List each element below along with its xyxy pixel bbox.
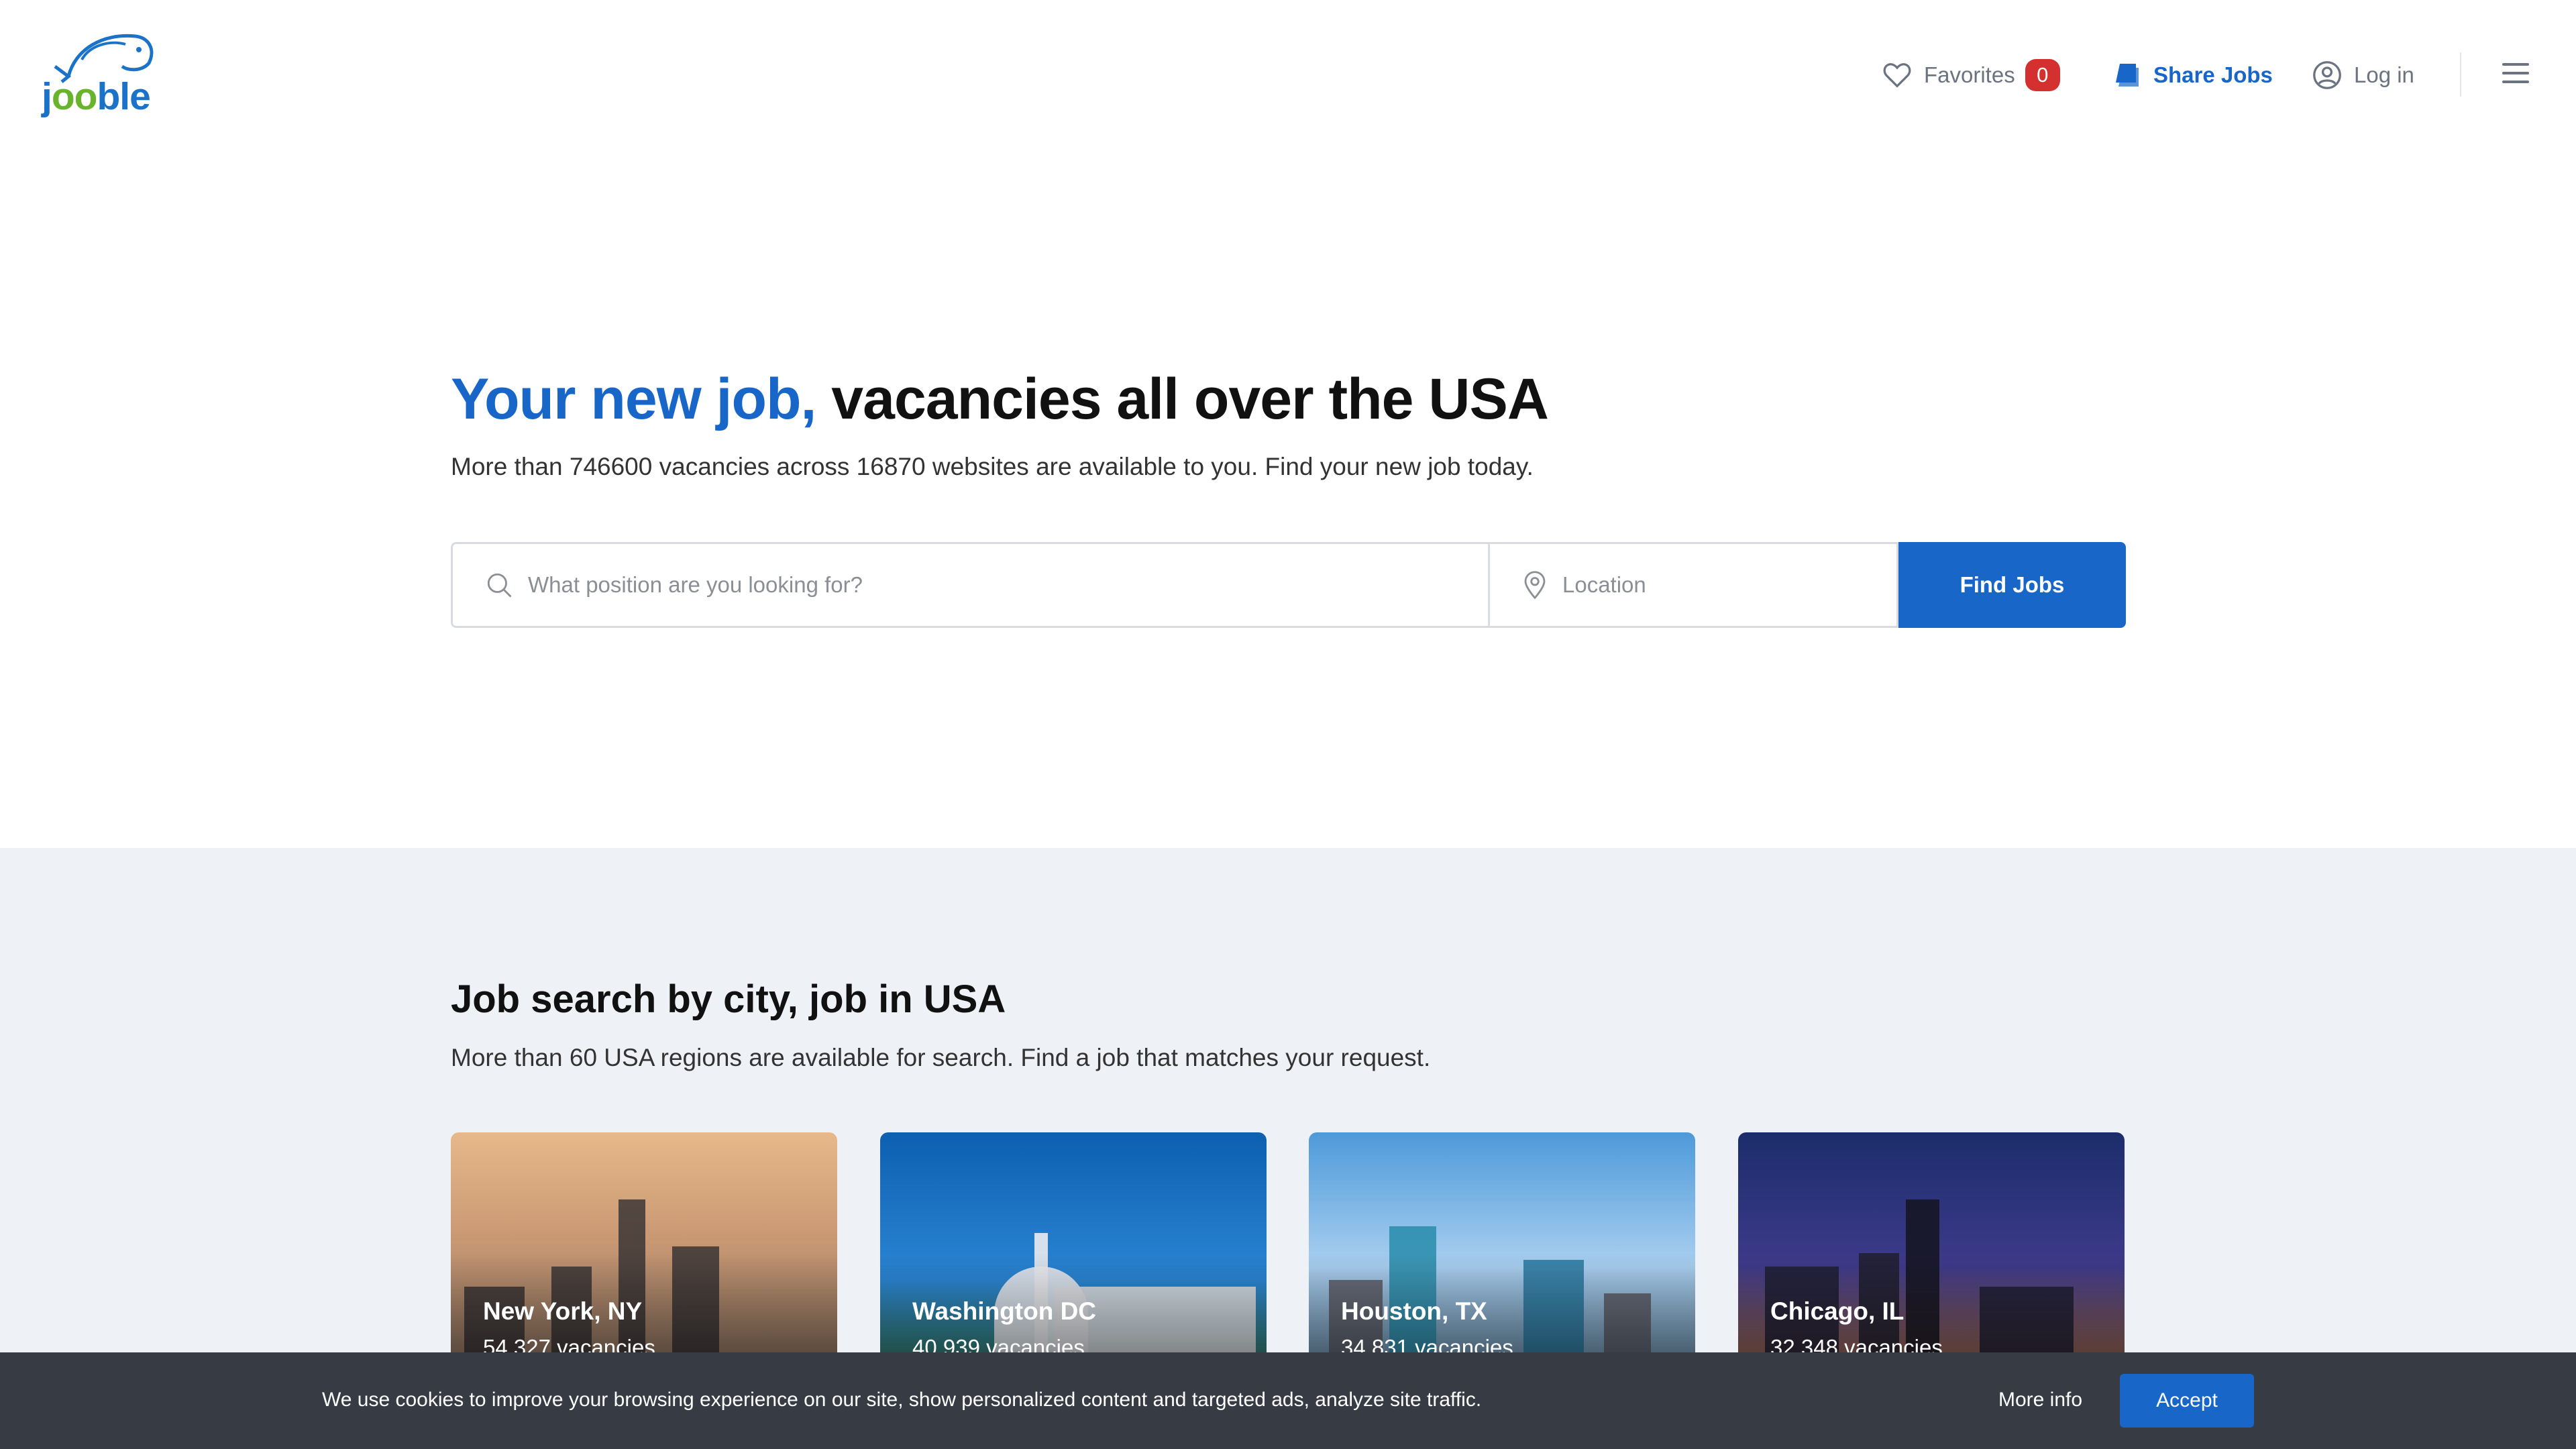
find-jobs-button[interactable]: Find Jobs xyxy=(1898,542,2126,628)
nav-divider xyxy=(2460,52,2461,97)
favorites-count-badge: 0 xyxy=(2025,59,2060,91)
share-jobs-link[interactable]: Share Jobs xyxy=(2114,55,2273,95)
city-name: Washington DC xyxy=(912,1297,1097,1325)
login-label: Log in xyxy=(2354,62,2414,87)
logo-j: j xyxy=(42,75,52,118)
share-jobs-label: Share Jobs xyxy=(2153,62,2273,87)
city-name: New York, NY xyxy=(483,1297,643,1325)
jooble-logo[interactable]: jooble xyxy=(42,30,156,120)
page-title-rest: vacancies all over the USA xyxy=(816,367,1549,431)
user-circle-icon xyxy=(2313,61,2341,89)
cookie-more-info-link[interactable]: More info xyxy=(1998,1389,2082,1411)
page-title-accent: Your new job, xyxy=(451,367,816,431)
city-name: Houston, TX xyxy=(1341,1297,1487,1325)
location-input[interactable] xyxy=(1562,572,1862,598)
cities-title: Job search by city, job in USA xyxy=(451,977,1006,1021)
position-input[interactable] xyxy=(528,572,1330,598)
cities-subtitle: More than 60 USA regions are available f… xyxy=(451,1044,1431,1071)
cookie-banner: We use cookies to improve your browsing … xyxy=(0,1352,2576,1449)
logo-oo: oo xyxy=(51,75,98,118)
location-field[interactable] xyxy=(1488,542,1898,628)
position-field[interactable] xyxy=(451,542,1488,628)
share-jobs-icon xyxy=(2116,64,2139,87)
logo-wordmark: jooble xyxy=(42,75,151,118)
job-search-form: Find Jobs xyxy=(451,542,2126,628)
login-link[interactable]: Log in xyxy=(2312,55,2414,95)
cookie-text: We use cookies to improve your browsing … xyxy=(322,1389,1482,1411)
hamburger-menu-icon[interactable] xyxy=(2502,63,2529,87)
favorites-link[interactable]: Favorites 0 xyxy=(1882,55,2060,95)
page-subtitle: More than 746600 vacancies across 16870 … xyxy=(451,453,1534,480)
search-icon xyxy=(487,573,512,598)
city-name: Chicago, IL xyxy=(1770,1297,1904,1325)
favorites-label: Favorites xyxy=(1924,62,2015,87)
logo-ble: ble xyxy=(97,75,150,118)
location-pin-icon xyxy=(1524,571,1546,599)
site-header: jooble Favorites 0 Share Jobs Log in xyxy=(0,0,2576,150)
heart-icon xyxy=(1883,63,1911,88)
cookie-accept-button[interactable]: Accept xyxy=(2120,1374,2254,1428)
page-title: Your new job, vacancies all over the USA xyxy=(451,366,1549,433)
